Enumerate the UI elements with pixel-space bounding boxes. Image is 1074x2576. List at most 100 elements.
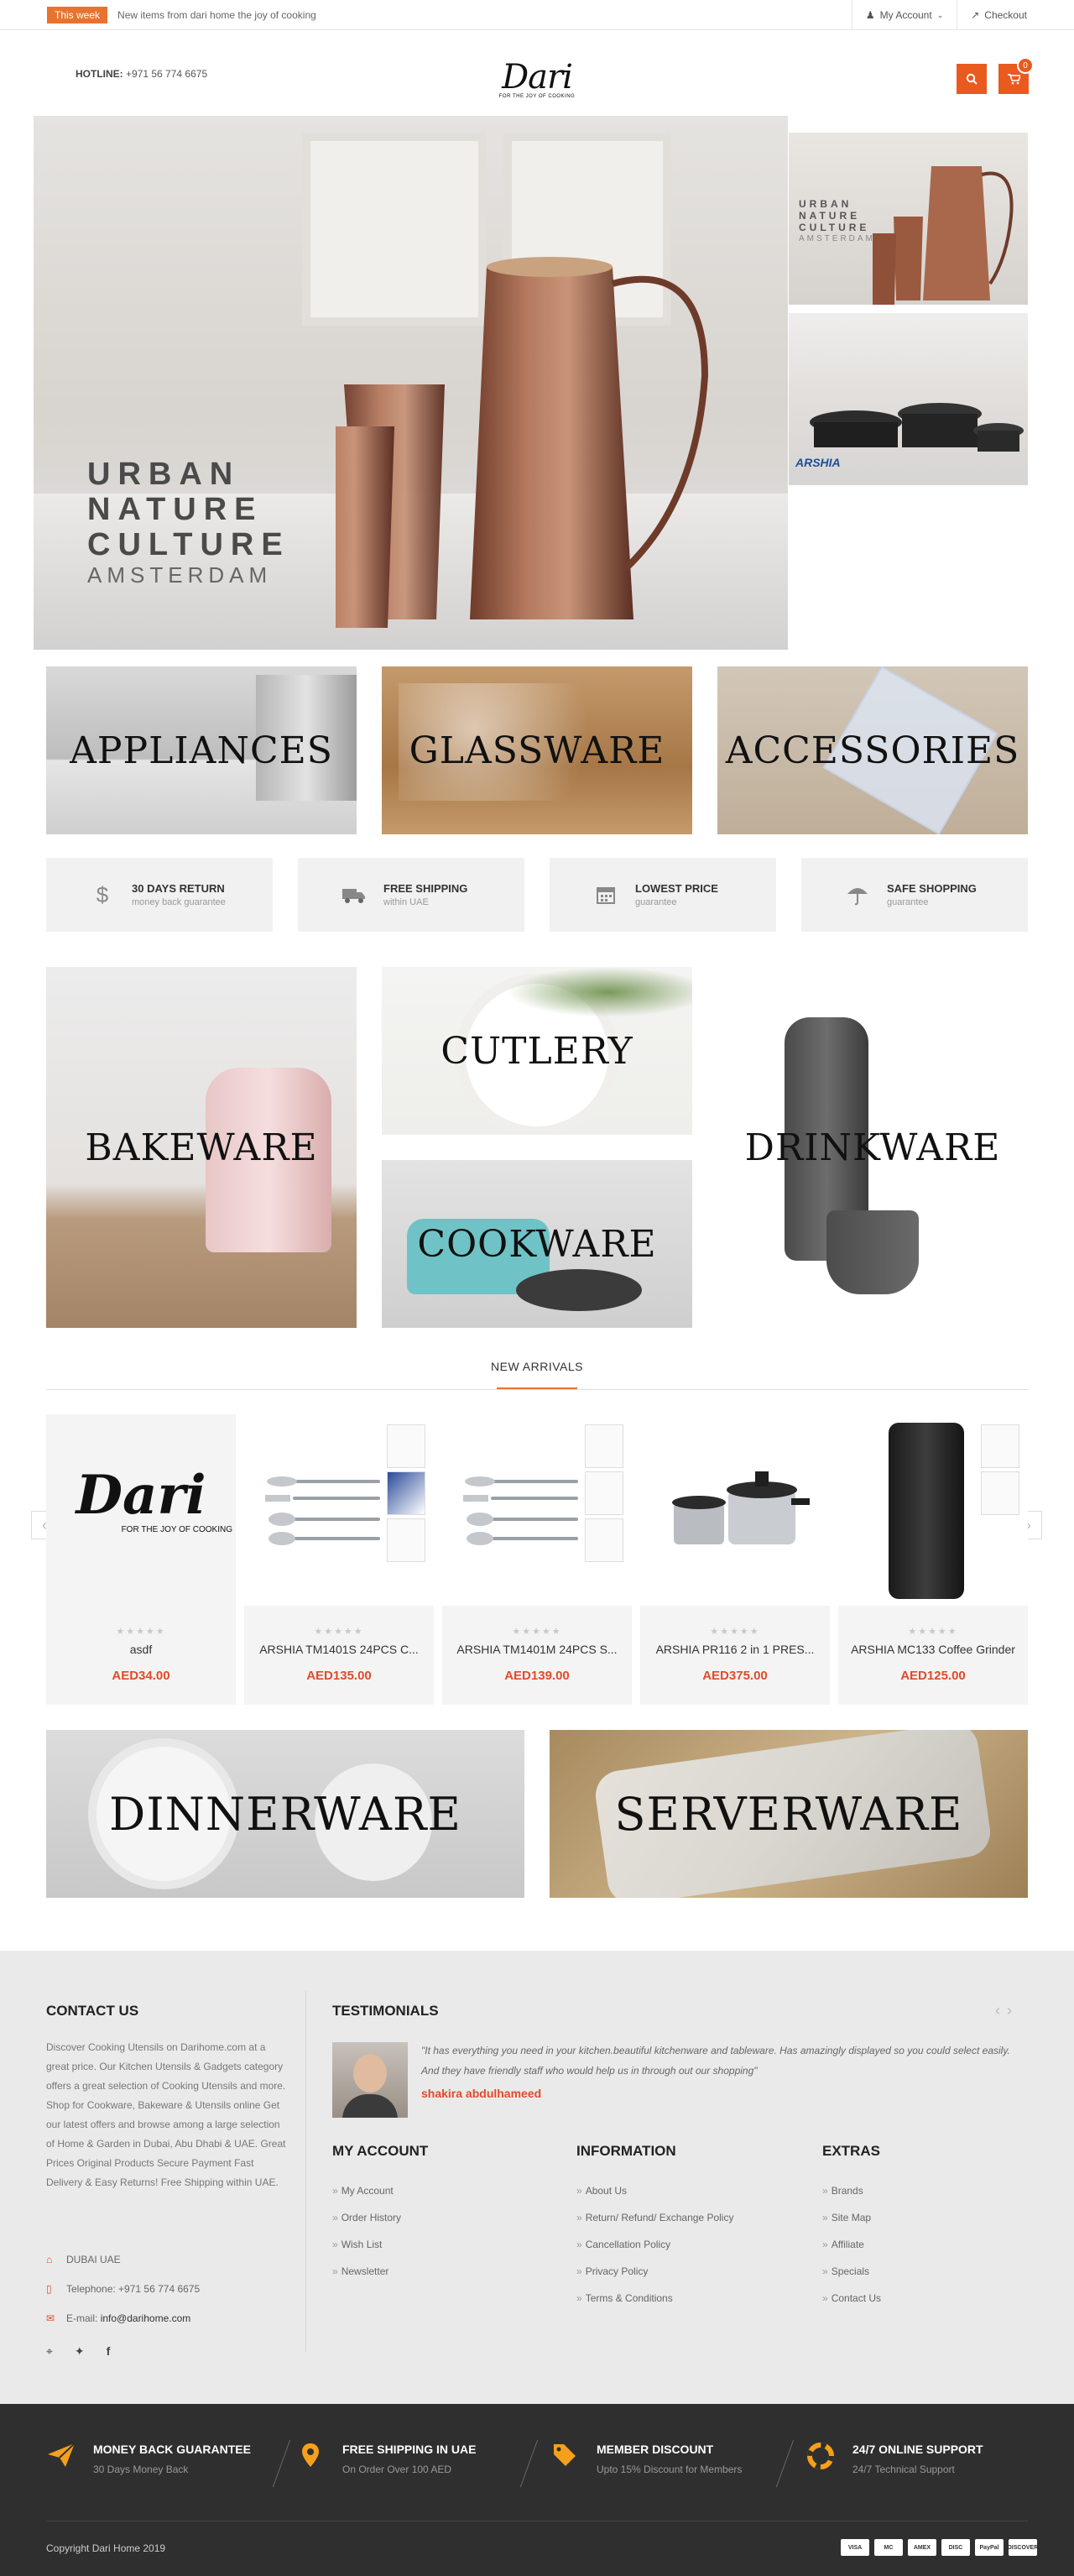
envelope-icon: ✉ [46,2312,55,2324]
hero-subline: AMSTERDAM [87,562,273,588]
product-thumbnail[interactable] [387,1424,425,1468]
cutlery-set-image [265,1476,380,1545]
category-appliances-label: APPLIANCES [70,729,333,772]
footer-link[interactable]: » Wish List [332,2239,401,2265]
product-thumbnail[interactable] [585,1518,623,1562]
footer-link[interactable]: » Terms & Conditions [576,2292,733,2319]
category-dinnerware-label: DINNERWARE [109,1787,461,1841]
share-icon: ↗ [971,9,980,21]
testimonial-nav[interactable]: ‹› [995,2002,1019,2020]
product-thumbnail[interactable] [387,1518,425,1562]
product-card[interactable]: ★★★★★ ARSHIA TM1401S 24PCS C... AED135.0… [244,1414,434,1705]
feature-shipping-sub: within UAE [383,897,429,907]
search-button[interactable] [957,64,987,94]
product-thumbnail[interactable] [585,1471,623,1515]
footer-link[interactable]: » Order History [332,2212,401,2239]
footer-link[interactable]: » Privacy Policy [576,2265,733,2292]
promo-money-back: MONEY BACK GUARANTEE 30 Days Money Back [46,2443,251,2475]
lifebuoy-icon [806,2443,836,2476]
product-image[interactable]: Dari FOR THE JOY OF COOKING [46,1414,236,1606]
rss-icon[interactable]: ⌖ [46,2344,53,2359]
category-glassware[interactable]: GLASSWARE [382,666,692,834]
facebook-icon[interactable]: f [107,2344,111,2359]
product-thumbnail[interactable] [585,1424,623,1468]
product-name[interactable]: ARSHIA MC133 Coffee Grinder [838,1643,1028,1656]
product-card[interactable]: ★★★★★ ARSHIA PR116 2 in 1 PRES... AED375… [640,1414,830,1705]
email-link[interactable]: info@darihome.com [101,2312,191,2324]
product-name[interactable]: ARSHIA TM1401S 24PCS C... [244,1643,434,1656]
footer-link[interactable]: » Affiliate [822,2239,881,2265]
footer-link[interactable]: » Newsletter [332,2265,401,2292]
hero-line-1: URBAN [87,457,241,492]
category-serverware-label: SERVERWARE [614,1787,963,1841]
footer-link[interactable]: » Cancellation Policy [576,2239,733,2265]
product-logo: Dari FOR THE JOY OF COOKING [46,1466,236,1535]
email-label: E-mail: [66,2312,98,2324]
site-logo[interactable]: Dari FOR THE JOY OF COOKING [485,60,589,99]
leaves-decor [508,967,692,1017]
site-header: HOTLINE: +971 56 774 6675 Dari FOR THE J… [0,30,1074,114]
telephone-text: Telephone: +971 56 774 6675 [66,2283,201,2295]
side-banner-copper[interactable]: URBAN NATURE CULTURE AMSTERDAM [789,133,1028,305]
footer-divider [305,1991,306,2352]
promo-title: FREE SHIPPING IN UAE [342,2443,477,2456]
rating-stars: ★★★★★ [116,1627,166,1637]
product-image[interactable] [640,1414,830,1606]
category-accessories[interactable]: ACCESSORIES [717,666,1028,834]
product-card[interactable]: Dari FOR THE JOY OF COOKING ★★★★★ asdf A… [46,1414,236,1705]
footer-link[interactable]: » Brands [822,2185,881,2212]
category-bakeware[interactable]: BAKEWARE [46,967,357,1328]
footer-link[interactable]: » Contact Us [822,2292,881,2319]
category-cookware[interactable]: COOKWARE [382,1160,692,1328]
product-name[interactable]: ARSHIA PR116 2 in 1 PRES... [640,1643,830,1656]
cart-button[interactable]: 0 [998,57,1034,94]
product-thumbnail[interactable] [981,1424,1019,1468]
category-serverware[interactable]: SERVERWARE [550,1730,1028,1898]
side-copper-image [873,166,1014,305]
rating-stars: ★★★★★ [512,1627,562,1637]
checkout-link[interactable]: ↗ Checkout [957,0,1040,30]
top-message[interactable]: New items from dari home the joy of cook… [117,9,316,21]
hero-caption: URBAN NATURE CULTURE AMSTERDAM [87,457,290,588]
product-thumbnail[interactable] [981,1471,1019,1515]
product-name[interactable]: asdf [46,1643,236,1656]
product-image[interactable] [442,1414,632,1606]
feature-returns-title: 30 DAYS RETURN [132,882,225,895]
category-cutlery[interactable]: CUTLERY [382,967,692,1135]
category-drinkware[interactable]: DRINKWARE [717,967,1028,1328]
thumbnail-strip [981,1424,1019,1518]
cup-decor [826,1210,919,1294]
footer-link[interactable]: » My Account [332,2185,401,2212]
product-image[interactable] [838,1414,1028,1606]
category-cookware-label: COOKWARE [417,1222,657,1266]
side-subline: AMSTERDAM [799,234,875,243]
footer-link[interactable]: » Return/ Refund/ Exchange Policy [576,2212,733,2239]
contact-telephone: ▯ Telephone: +971 56 774 6675 [46,2283,200,2295]
my-account-dropdown[interactable]: ♟ My Account ⌄ [851,0,957,30]
testimonial-avatar [332,2042,408,2118]
product-card[interactable]: ★★★★★ ARSHIA TM1401M 24PCS S... AED139.0… [442,1414,632,1705]
pressure-cooker-image [672,1471,810,1544]
product-thumbnail[interactable] [387,1471,425,1515]
logo-tagline: FOR THE JOY OF COOKING [498,94,576,99]
side-banner-arshia[interactable]: ARSHIA [789,313,1028,485]
logo-word: Dari [502,58,573,97]
copyright-text: Copyright Dari Home 2019 [46,2542,166,2554]
contact-address: ⌂ DUBAI UAE [46,2254,121,2265]
promo-member-discount: MEMBER DISCOUNT Upto 15% Discount for Me… [550,2443,742,2475]
phone-icon: ▯ [46,2283,52,2295]
hero-banner[interactable]: URBAN NATURE CULTURE AMSTERDAM [34,116,788,650]
twitter-icon[interactable]: ✦ [75,2344,85,2359]
umbrella-icon [845,882,870,907]
product-card[interactable]: ★★★★★ ARSHIA MC133 Coffee Grinder AED125… [838,1414,1028,1705]
category-appliances[interactable]: APPLIANCES [46,666,357,834]
product-name[interactable]: ARSHIA TM1401M 24PCS S... [442,1643,632,1656]
promo-free-shipping: FREE SHIPPING IN UAE On Order Over 100 A… [295,2443,476,2475]
footer-link[interactable]: » Specials [822,2265,881,2292]
promo-title: MONEY BACK GUARANTEE [93,2443,251,2456]
footer-link[interactable]: » About Us [576,2185,733,2212]
category-dinnerware[interactable]: DINNERWARE [46,1730,524,1898]
mastercard-icon: MC [874,2539,903,2556]
product-image[interactable] [244,1414,434,1606]
footer-link[interactable]: » Site Map [822,2212,881,2239]
